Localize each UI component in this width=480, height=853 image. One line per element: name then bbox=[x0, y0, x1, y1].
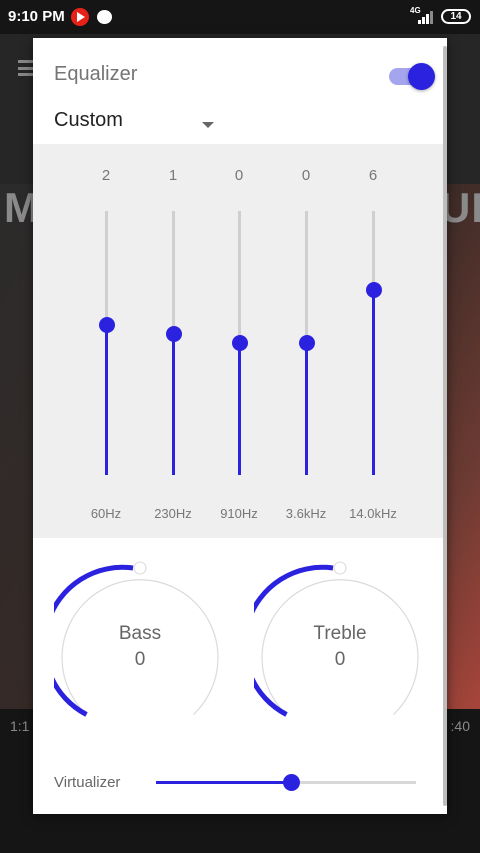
band-frequency-label: 230Hz bbox=[154, 506, 192, 521]
signal-strength-icon bbox=[418, 10, 436, 24]
band-14khz: 6 14.0kHz bbox=[343, 144, 403, 538]
band-230hz: 1 230Hz bbox=[143, 144, 203, 538]
band-sliders-panel: 2 60Hz 1 230Hz 0 910Hz 0 3.6kHz 6 14.0kH… bbox=[33, 144, 443, 538]
band-frequency-label: 60Hz bbox=[90, 506, 122, 521]
band-slider-fill bbox=[105, 324, 108, 475]
preset-dropdown[interactable]: Custom bbox=[54, 109, 224, 139]
knob-label: Bass bbox=[118, 623, 162, 644]
knob-value: 0 bbox=[334, 649, 346, 670]
virtualizer-slider[interactable] bbox=[156, 773, 416, 793]
virtualizer-label: Virtualizer bbox=[54, 774, 121, 791]
band-slider-thumb[interactable] bbox=[366, 282, 382, 299]
knob-label: Treble bbox=[313, 623, 367, 644]
band-slider-fill bbox=[305, 343, 308, 475]
band-frequency-label: 3.6kHz bbox=[285, 506, 327, 521]
bass-knob[interactable]: Bass 0 bbox=[54, 561, 234, 721]
virtualizer-thumb[interactable] bbox=[282, 774, 300, 791]
status-time: 9:10 PM bbox=[8, 8, 65, 25]
chat-notification-icon bbox=[97, 10, 112, 24]
battery-icon: 14 bbox=[441, 9, 471, 24]
remaining-time: :40 bbox=[450, 718, 470, 734]
dropdown-caret-icon bbox=[202, 122, 214, 128]
band-frequency-label: 14.0kHz bbox=[349, 506, 397, 521]
youtube-notification-icon bbox=[71, 8, 89, 26]
knob-value: 0 bbox=[134, 649, 146, 670]
band-value: 0 bbox=[234, 167, 244, 184]
toggle-thumb bbox=[408, 63, 435, 90]
band-3-6khz: 0 3.6kHz bbox=[276, 144, 336, 538]
band-slider-fill bbox=[372, 290, 375, 475]
band-60hz: 2 60Hz bbox=[76, 144, 136, 538]
dialog-title: Equalizer bbox=[54, 63, 138, 85]
band-slider-thumb[interactable] bbox=[99, 316, 115, 333]
treble-knob[interactable]: Treble 0 bbox=[254, 561, 434, 721]
band-slider-thumb[interactable] bbox=[166, 325, 182, 342]
dialog-scrollbar[interactable] bbox=[443, 46, 447, 806]
virtualizer-fill bbox=[156, 781, 292, 784]
band-slider-fill bbox=[172, 333, 175, 475]
equalizer-dialog: Equalizer Custom 2 60Hz 1 230Hz 0 910Hz bbox=[33, 38, 447, 814]
band-value: 6 bbox=[368, 167, 378, 184]
band-slider-thumb[interactable] bbox=[232, 335, 248, 351]
equalizer-enable-toggle[interactable] bbox=[389, 63, 435, 90]
band-slider-thumb[interactable] bbox=[299, 335, 315, 351]
band-frequency-label: 910Hz bbox=[220, 506, 258, 521]
band-value: 0 bbox=[301, 167, 311, 184]
status-bar: 9:10 PM 4G 14 bbox=[0, 0, 480, 34]
elapsed-time: 1:1 bbox=[10, 718, 30, 734]
band-910hz: 0 910Hz bbox=[209, 144, 269, 538]
band-value: 2 bbox=[101, 167, 111, 184]
band-value: 1 bbox=[168, 167, 178, 184]
preset-selected-value: Custom bbox=[54, 109, 123, 131]
band-slider-fill bbox=[238, 343, 241, 475]
